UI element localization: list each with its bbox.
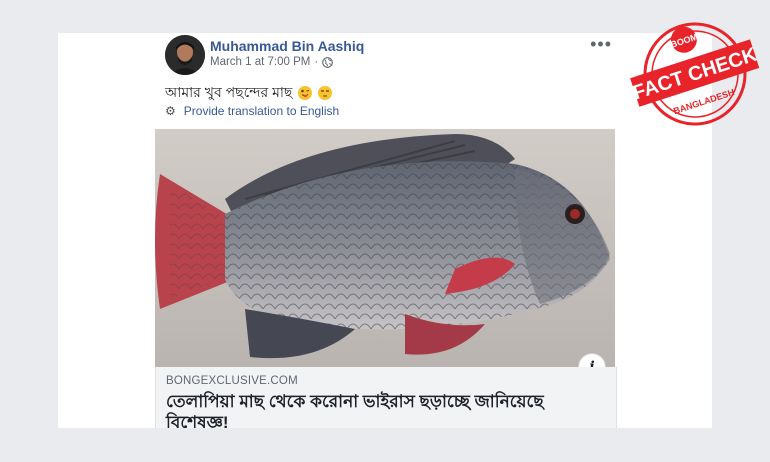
post-message-text: আমার খুব পছন্দের মাছ: [165, 84, 293, 100]
translate-label: Provide translation to English: [183, 104, 340, 118]
facebook-post: Muhammad Bin Aashiq March 1 at 7:00 PM ·…: [58, 33, 712, 428]
more-options-button[interactable]: •••: [590, 34, 612, 55]
gear-icon: ⚙: [165, 104, 176, 118]
fish-image: [155, 129, 615, 367]
avatar-image: [165, 35, 205, 75]
translate-link[interactable]: ⚙ Provide translation to English: [165, 104, 339, 118]
unamused-emoji: [318, 86, 333, 100]
post-image[interactable]: [155, 129, 615, 367]
meta-separator: ·: [314, 56, 319, 68]
tongue-wink-emoji: [298, 86, 313, 100]
link-domain: BONGEXCLUSIVE.COM: [166, 375, 298, 387]
avatar[interactable]: [165, 35, 205, 75]
post-meta: March 1 at 7:00 PM ·: [210, 56, 334, 68]
post-timestamp[interactable]: March 1 at 7:00 PM: [210, 56, 310, 68]
author-name[interactable]: Muhammad Bin Aashiq: [210, 38, 364, 54]
globe-icon: [322, 56, 334, 68]
fact-check-stamp: BOOM FACT CHECK BANGLADESH: [630, 22, 760, 126]
link-title[interactable]: তেলাপিয়া মাছ থেকে করোনা ভাইরাস ছড়াচ্ছে…: [166, 391, 606, 428]
link-preview[interactable]: BONGEXCLUSIVE.COM তেলাপিয়া মাছ থেকে করো…: [155, 367, 617, 428]
post-message: আমার খুব পছন্দের মাছ: [165, 81, 333, 105]
